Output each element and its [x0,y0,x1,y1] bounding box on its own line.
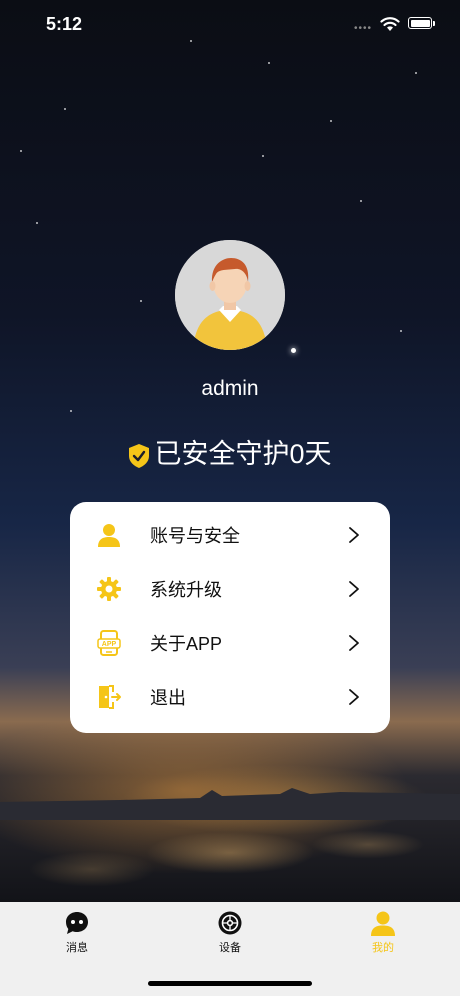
logout-icon [99,685,121,709]
menu-item-label: 系统升级 [150,580,222,600]
tab-label: 我的 [372,942,394,954]
device-icon [218,911,242,935]
settings-menu-card: 账号与安全 系统升级 APP 关于APP 退出 [70,502,390,733]
city-lights [0,820,460,902]
menu-item-label: 关于APP [150,634,223,654]
battery-tip [433,21,435,26]
user-icon [98,524,120,547]
tab-devices[interactable]: 设备 [200,910,260,955]
tab-label: 消息 [66,942,88,954]
gear-icon [97,577,121,601]
app-icon: APP [97,630,121,656]
menu-item-system-upgrade[interactable]: 系统升级 [70,562,390,616]
mountains-silhouette [0,788,460,820]
protect-text: 已安全守护0天 [154,439,332,469]
battery-icon [408,17,432,29]
signal-icon: •••• [354,23,373,34]
chevron-right-icon [349,689,359,705]
menu-item-account-security[interactable]: 账号与安全 [70,508,390,562]
protect-status: 已安全守护0天 [0,432,460,471]
menu-item-label: 账号与安全 [150,526,240,546]
chevron-right-icon [349,635,359,651]
menu-item-logout[interactable]: 退出 [70,670,390,724]
menu-item-label: 退出 [150,688,186,708]
chevron-right-icon [349,581,359,597]
home-indicator[interactable] [148,981,312,986]
username: admin [201,377,259,400]
tab-messages[interactable]: 消息 [47,910,107,955]
user-icon [371,911,395,936]
tab-label: 设备 [219,942,241,954]
avatar[interactable] [175,240,285,350]
status-time: 5:12 [46,14,83,34]
message-icon [66,912,88,934]
menu-item-about-app[interactable]: APP 关于APP [70,616,390,670]
shield-check-icon [129,444,150,468]
tab-mine[interactable]: 我的 [353,910,413,955]
svg-text:APP: APP [102,641,117,648]
chevron-right-icon [349,527,359,543]
wifi-icon [380,17,400,31]
avatar-person-icon [175,240,285,350]
